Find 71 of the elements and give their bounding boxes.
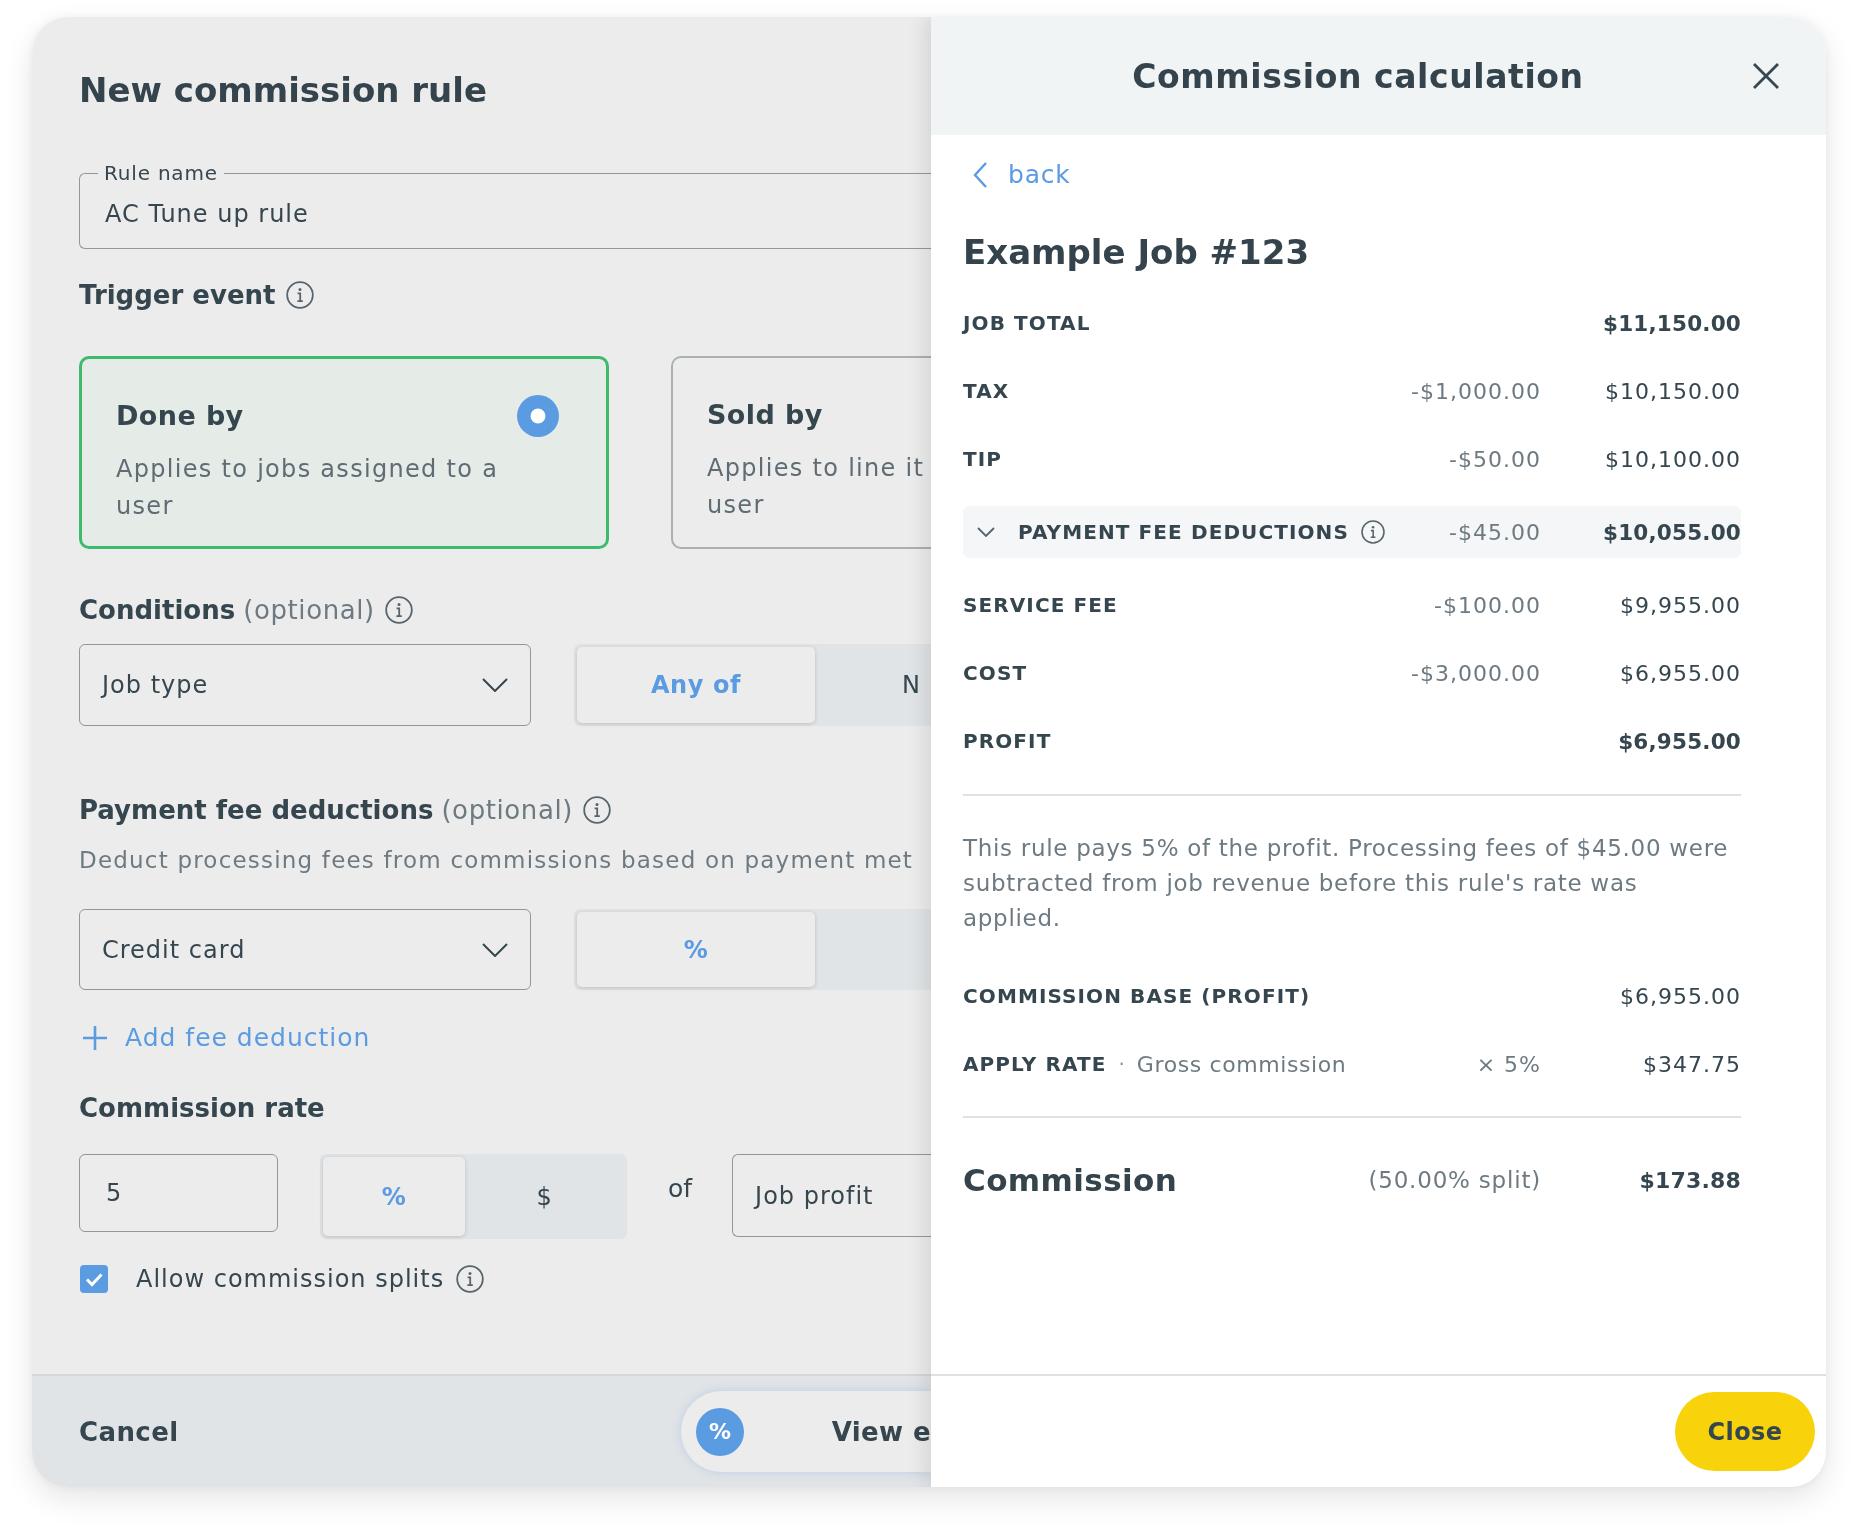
line-item-note: Gross commission xyxy=(1136,1051,1347,1077)
section-heading: Commission rate xyxy=(79,1092,325,1124)
job-type-select[interactable]: Job type xyxy=(79,644,531,726)
info-icon[interactable] xyxy=(384,596,413,624)
info-icon[interactable] xyxy=(583,796,612,824)
running-total: $6,955.00 xyxy=(1617,728,1741,754)
chevron-down-icon[interactable] xyxy=(977,527,995,537)
line-item-label: APPLY RATE xyxy=(963,1052,1107,1076)
running-total: $6,955.00 xyxy=(1619,983,1741,1009)
segment-option[interactable]: $ xyxy=(465,1157,624,1236)
checkbox-label: Allow commission splits xyxy=(136,1265,445,1293)
job-title: Example Job #123 xyxy=(963,231,1311,273)
running-total: $11,150.00 xyxy=(1602,310,1741,336)
chevron-left-icon xyxy=(972,161,988,189)
segment-option[interactable]: N xyxy=(815,647,931,723)
optional-note: (optional) xyxy=(243,594,375,626)
option-title: Sold by xyxy=(707,399,823,431)
line-item-label: COMMISSION BASE (PROFIT) xyxy=(963,984,1311,1008)
deduction-group-row[interactable]: PAYMENT FEE DEDUCTIONS -$45.00 $10,055.00 xyxy=(963,506,1741,558)
line-item-label: TAX xyxy=(963,379,1010,403)
percent-badge: % xyxy=(696,1407,744,1456)
line-item-label: TIP xyxy=(963,447,1003,471)
info-icon[interactable] xyxy=(285,281,314,309)
deduction-amount: -$45.00 xyxy=(1449,519,1541,545)
running-total: $10,100.00 xyxy=(1604,446,1741,472)
rate-input[interactable]: 5 xyxy=(79,1154,278,1232)
option-description: Applies to line it user xyxy=(707,453,925,521)
commission-amount: $173.88 xyxy=(1638,1167,1741,1193)
plus-icon xyxy=(82,1025,108,1051)
close-button[interactable]: Close xyxy=(1675,1392,1815,1471)
separator-dot: · xyxy=(1118,1052,1125,1076)
explanation-text: This rule pays 5% of the profit. Processing fees of $45.00 were subtracted from job revenue before this rule's rate was applied. xyxy=(963,834,1730,933)
optional-note: (optional) xyxy=(441,794,574,826)
cancel-button[interactable]: Cancel xyxy=(79,1416,179,1447)
of-label: of xyxy=(668,1174,693,1204)
close-icon xyxy=(1752,62,1780,90)
deduction-amount: × 5% xyxy=(1476,1051,1541,1077)
option-title: Done by xyxy=(116,400,244,432)
deduction-amount: -$100.00 xyxy=(1434,592,1541,618)
running-total: $10,055.00 xyxy=(1602,519,1741,545)
payment-method-select[interactable]: Credit card xyxy=(79,909,531,990)
view-button[interactable]: % View e xyxy=(681,1391,931,1472)
radio-selected-icon[interactable] xyxy=(517,395,559,437)
line-item-label: PROFIT xyxy=(963,729,1052,753)
running-total: $10,150.00 xyxy=(1604,378,1741,404)
info-icon[interactable] xyxy=(456,1265,485,1293)
section-heading: Payment fee deductions xyxy=(79,794,434,826)
deduction-amount: -$1,000.00 xyxy=(1411,378,1541,404)
option-description: Applies to jobs assigned to a user xyxy=(116,454,500,522)
trigger-option-card[interactable]: Done by Applies to jobs assigned to a user xyxy=(79,356,609,549)
deduction-amount: -$3,000.00 xyxy=(1411,660,1541,686)
trigger-option-card[interactable]: Sold by Applies to line it user xyxy=(671,356,931,549)
section-description: Deduct processing fees from commissions based on payment met xyxy=(79,846,915,874)
line-item-label: JOB TOTAL xyxy=(963,311,1091,335)
checkbox[interactable] xyxy=(80,1265,108,1293)
drawer-title: Commission calculation xyxy=(1131,56,1585,96)
line-item-label: PAYMENT FEE DEDUCTIONS xyxy=(1018,520,1349,544)
running-total: $6,955.00 xyxy=(1619,660,1741,686)
deduction-amount: -$50.00 xyxy=(1449,446,1541,472)
form-title: New commission rule xyxy=(79,70,488,111)
section-heading: Trigger event xyxy=(79,279,276,311)
running-total: $347.75 xyxy=(1642,1051,1741,1077)
split-note: (50.00% split) xyxy=(1368,1167,1541,1193)
line-item-label: SERVICE FEE xyxy=(963,593,1118,617)
commission-label: Commission xyxy=(963,1162,1178,1198)
running-total: $9,955.00 xyxy=(1619,592,1741,618)
chevron-down-icon xyxy=(482,942,508,957)
line-item-label: COST xyxy=(963,661,1028,685)
chevron-down-icon xyxy=(482,678,508,692)
info-icon[interactable] xyxy=(1360,520,1385,544)
section-heading: Conditions xyxy=(79,594,236,626)
